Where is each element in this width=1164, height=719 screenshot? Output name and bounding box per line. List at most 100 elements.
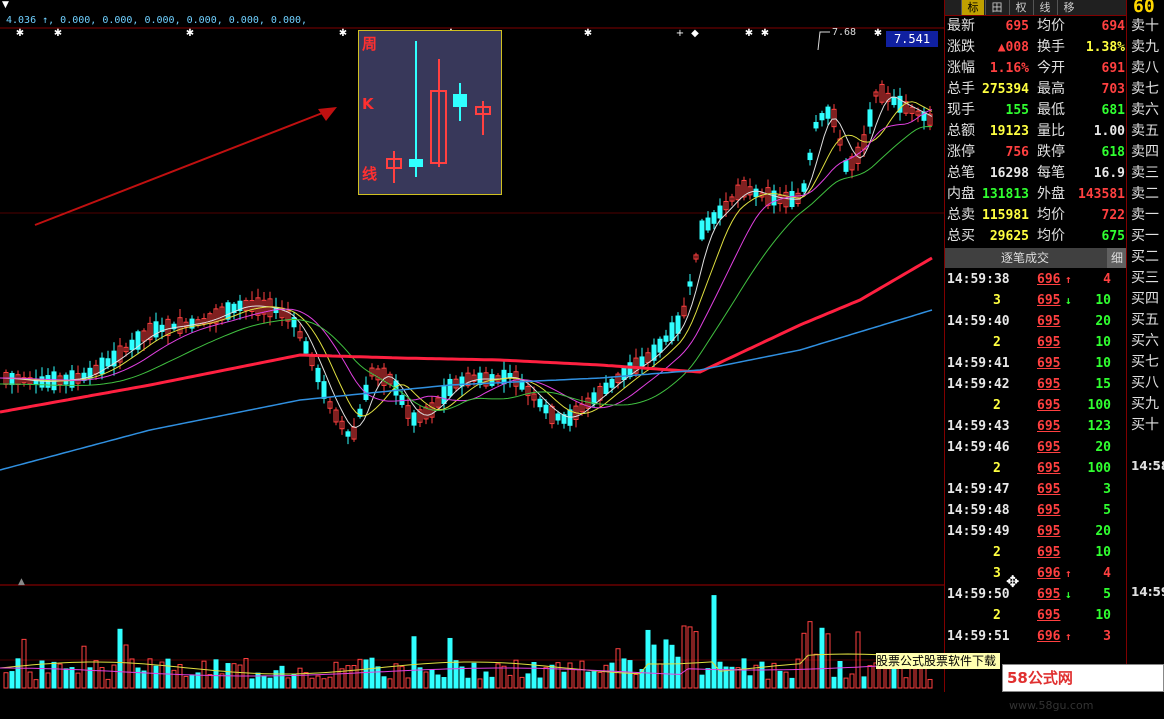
volume-bar [645, 629, 651, 689]
volume-bar [177, 664, 183, 689]
quote-row: 涨幅 1.16% 今开 691 [945, 58, 1127, 79]
volume-bar [297, 667, 303, 689]
volume-bar [249, 678, 255, 689]
candle-body [609, 378, 615, 388]
tab-xian[interactable]: 线 [1033, 0, 1056, 15]
volume-bar [285, 677, 291, 689]
volume-bar [861, 676, 867, 689]
volume-bar [51, 661, 57, 689]
order-book-label: 卖六 [1131, 102, 1159, 118]
volume-bar [633, 673, 639, 689]
volume-bar [825, 633, 831, 689]
volume-bar [747, 675, 753, 689]
quote-label: 最低 [1037, 102, 1065, 118]
kline-chart-area[interactable]: ✱✱✱✱✱✱+◆✱✱✱▲ ▼ 4.036 ↑, 0.000, 0.000, 0.… [0, 0, 944, 692]
volume-bar [591, 671, 597, 689]
volume-bar [681, 625, 687, 689]
tick-detail-button[interactable]: 细 [1107, 248, 1127, 268]
quote-label: 总买 [947, 228, 975, 244]
volume-bar [207, 674, 213, 689]
tab-tian[interactable]: 田 [985, 0, 1008, 15]
tab-yi[interactable]: 移 [1057, 0, 1080, 15]
quote-label: 外盘 [1037, 186, 1065, 202]
quote-label: 最新 [947, 18, 975, 34]
volume-bar [909, 665, 915, 689]
volume-bar [105, 678, 111, 689]
brand-watermark: 58公式网 www.58gu.com [1002, 664, 1164, 712]
volume-bar [483, 671, 489, 689]
volume-bar [63, 668, 69, 689]
tick-volume: 20 [1095, 524, 1111, 539]
quote-panel: 标 田 权 线 移 最新 695 均价 694 涨跌 ▲008 换手 1.38% 涨幅 1.16%… [944, 0, 1127, 692]
volume-bar [369, 657, 375, 689]
volume-bar [153, 665, 159, 689]
volume-bar [141, 670, 147, 689]
order-book-label: 卖八 [1131, 60, 1159, 76]
volume-bar [453, 660, 459, 689]
tick-price: 695 [1037, 314, 1061, 329]
candle-body [225, 302, 231, 320]
quote-value: 1.00 [1093, 124, 1125, 139]
volume-bar [363, 659, 369, 689]
marker-icon: ✱ [761, 28, 769, 39]
tick-price: 695 [1037, 419, 1061, 434]
tick-row: 14:59:51 696 ↑ 3 [945, 626, 1127, 647]
candle-body [657, 338, 663, 353]
order-book-label: 买七 [1131, 354, 1159, 370]
brand-url: www.58gu.com [1009, 699, 1094, 712]
menu-icon[interactable]: ▼ [2, 0, 9, 10]
tab-quan[interactable]: 权 [1009, 0, 1032, 15]
tick-row: 2 695 100 [945, 395, 1127, 416]
tick-volume: 10 [1095, 335, 1111, 350]
volume-bar [501, 665, 507, 689]
volume-bar [75, 672, 81, 689]
volume-bar [477, 678, 483, 689]
tick-time: 14:59:46 [947, 440, 1010, 455]
volume-bar [93, 660, 99, 689]
tick-time: 14:59:38 [947, 272, 1010, 287]
volume-bar [411, 636, 417, 689]
promo-banner[interactable]: 股票公式股票软件下载 [876, 653, 1000, 669]
quote-label: 今开 [1037, 60, 1065, 76]
tick-count: 2 [993, 398, 1001, 413]
tick-row: 14:59:47 695 3 [945, 479, 1127, 500]
volume-bar [399, 666, 405, 689]
tick-arrow-icon: ↑ [1065, 630, 1072, 643]
quote-row: 总笔 16298 每笔 16.9 [945, 163, 1127, 184]
quote-label: 最高 [1037, 81, 1065, 97]
inset-label-k: K [362, 95, 374, 113]
volume-bar [21, 638, 27, 689]
quote-label: 均价 [1037, 207, 1065, 223]
quote-label: 均价 [1037, 228, 1065, 244]
quote-label: 均价 [1037, 18, 1065, 34]
tick-volume: 4 [1103, 272, 1111, 287]
quote-value: 1.16% [989, 61, 1029, 76]
tick-title[interactable]: 逐笔成交 [945, 248, 1105, 268]
volume-bar [39, 660, 45, 689]
tab-biao[interactable]: 标 [961, 0, 984, 15]
volume-bar [417, 667, 423, 689]
volume-bar [705, 668, 711, 689]
candle-body [867, 109, 873, 127]
candle-body [753, 188, 759, 198]
volume-bar [3, 672, 9, 689]
tick-price: 696 [1037, 272, 1061, 287]
candle-body [507, 372, 513, 379]
candle-body [69, 370, 75, 388]
tick-price: 695 [1037, 545, 1061, 560]
order-book-label: 买五 [1131, 312, 1159, 328]
tick-time: 14:59:49 [947, 524, 1010, 539]
tick-volume: 3 [1103, 629, 1111, 644]
volume-bar [321, 678, 327, 689]
volume-bar [123, 644, 129, 689]
volume-bar [489, 676, 495, 689]
volume-bar [669, 644, 675, 689]
candle-body [543, 404, 549, 414]
quote-value: 691 [1101, 61, 1125, 76]
volume-bar [567, 662, 573, 689]
quote-label: 换手 [1037, 39, 1065, 55]
marker-icon: ✱ [16, 28, 24, 39]
marker-icon: ✱ [339, 28, 347, 39]
volume-bar [603, 664, 609, 689]
volume-bar [447, 637, 453, 689]
